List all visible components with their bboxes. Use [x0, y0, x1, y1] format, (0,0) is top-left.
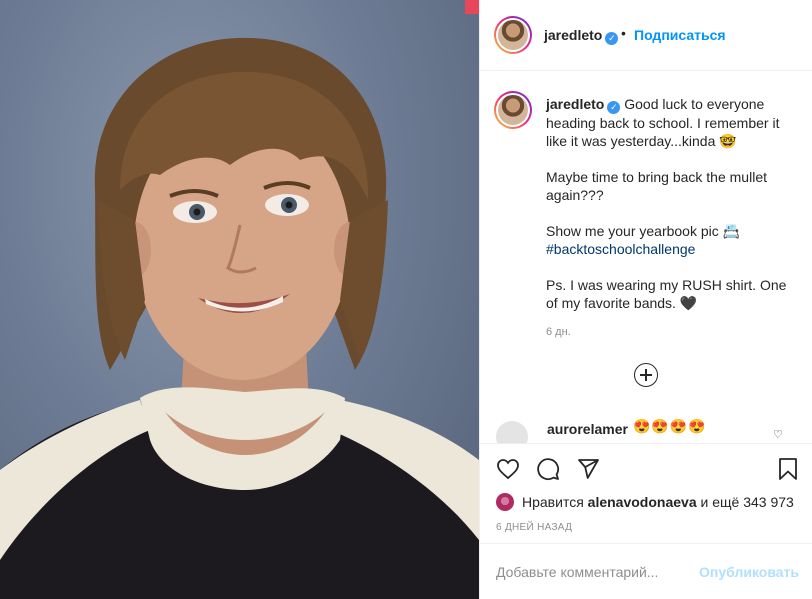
caption-timestamp[interactable]: 6 дн. — [546, 326, 571, 338]
publish-button[interactable]: Опубликовать — [699, 564, 799, 580]
caption-line-2: Maybe time to bring back the mullet agai… — [546, 169, 767, 203]
comment-like-icon[interactable]: ♡ — [773, 428, 783, 441]
caption-author-avatar[interactable] — [494, 91, 532, 129]
liker-avatar — [496, 493, 514, 511]
instagram-post-modal: jaredleto ✓ • Подписаться jaredleto ✓ Good… — [0, 0, 812, 599]
comment-text: 😍😍😍😍 — [633, 418, 707, 434]
header-separator: • — [621, 25, 626, 41]
post-actions-section: Нравится alenavodonaeva и ещё 343 973 6 … — [480, 443, 812, 596]
save-bookmark-icon[interactable] — [776, 457, 800, 481]
add-comment-row: Добавьте комментарий... Опубликовать — [480, 543, 812, 597]
school-portrait-illustration — [0, 37, 479, 599]
comment-row: aurorelamer 😍😍😍😍 ♡ — [480, 413, 812, 443]
post-side-panel: jaredleto ✓ • Подписаться jaredleto ✓ Good… — [479, 0, 812, 599]
follow-button[interactable]: Подписаться — [634, 27, 726, 43]
like-heart-icon[interactable] — [496, 457, 520, 481]
load-more-comments-icon[interactable] — [634, 363, 658, 387]
caption-line-3: Show me your yearbook pic 📇 — [546, 223, 741, 239]
caption-line-4: Ps. I was wearing my RUSH shirt. One of … — [546, 277, 787, 311]
post-caption: jaredleto ✓ Good luck to everyone heading… — [546, 95, 798, 330]
post-header: jaredleto ✓ • Подписаться — [480, 0, 812, 71]
commenter-username-link[interactable]: aurorelamer — [547, 421, 628, 437]
hashtag-link[interactable]: #backtoschoolchallenge — [546, 241, 695, 257]
comment-bubble-icon[interactable] — [536, 457, 560, 481]
likes-summary[interactable]: Нравится alenavodonaeva и ещё 343 973 — [496, 493, 794, 511]
caption-username-link[interactable]: jaredleto — [546, 96, 604, 112]
likes-prefix: Нравится — [522, 494, 584, 510]
commenter-avatar[interactable] — [496, 421, 528, 443]
share-send-icon[interactable] — [576, 457, 600, 481]
close-corner-marker — [465, 0, 479, 14]
caption-verified-badge-icon: ✓ — [607, 101, 621, 114]
author-username-link[interactable]: jaredleto ✓ — [544, 27, 619, 45]
verified-badge-icon: ✓ — [605, 32, 619, 45]
post-photo[interactable] — [0, 0, 479, 599]
post-date[interactable]: 6 ДНЕЙ НАЗАД — [496, 522, 572, 533]
likes-count-text[interactable]: и ещё 343 973 — [701, 494, 794, 510]
author-avatar[interactable] — [494, 16, 532, 54]
add-comment-input[interactable]: Добавьте комментарий... — [496, 564, 658, 580]
liker-username-link[interactable]: alenavodonaeva — [588, 494, 697, 510]
